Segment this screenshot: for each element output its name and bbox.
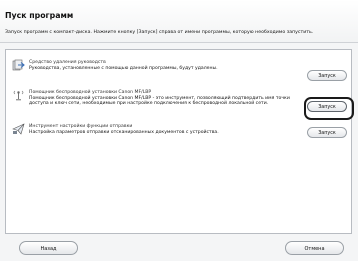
program-list: Средство удаления руководств Руководства…	[5, 49, 354, 234]
page-title: Пуск программ	[5, 11, 74, 20]
launch-button-wireless-setup[interactable]: Запуск	[304, 97, 354, 120]
header-bar: Пуск программ Запуск программ с компакт-…	[0, 0, 358, 43]
program-description: Настройка параметров отправки отсканиров…	[29, 130, 219, 135]
back-button[interactable]: Назад	[19, 241, 78, 255]
program-row-wireless-setup: Помощник беспроводной установки Canon MF…	[6, 89, 354, 122]
program-name: Помощник беспроводной установки Canon MF…	[29, 90, 152, 95]
program-name: Средство удаления руководств	[29, 60, 106, 65]
launch-button-send-setup[interactable]: Запуск	[307, 127, 347, 138]
program-description: Руководства, установленные с помощью дан…	[29, 66, 218, 71]
program-description: Помощник беспроводной установки Canon MF…	[29, 96, 290, 107]
selection-highlight-frame	[304, 97, 354, 120]
program-row-send-setup: Инструмент настройки функции отправки На…	[6, 123, 351, 145]
cancel-button[interactable]: Отмена	[285, 241, 344, 255]
wireless-icon	[13, 90, 24, 101]
page-subtitle: Запуск программ с компакт-диска. Нажмите…	[5, 30, 314, 35]
uninstall-icon	[12, 59, 25, 71]
program-name: Инструмент настройки функции отправки	[29, 124, 133, 129]
program-row-uninstall: Средство удаления руководств Руководства…	[6, 59, 351, 81]
launch-button-uninstall[interactable]: Запуск	[307, 70, 347, 81]
send-tool-icon	[12, 123, 25, 135]
